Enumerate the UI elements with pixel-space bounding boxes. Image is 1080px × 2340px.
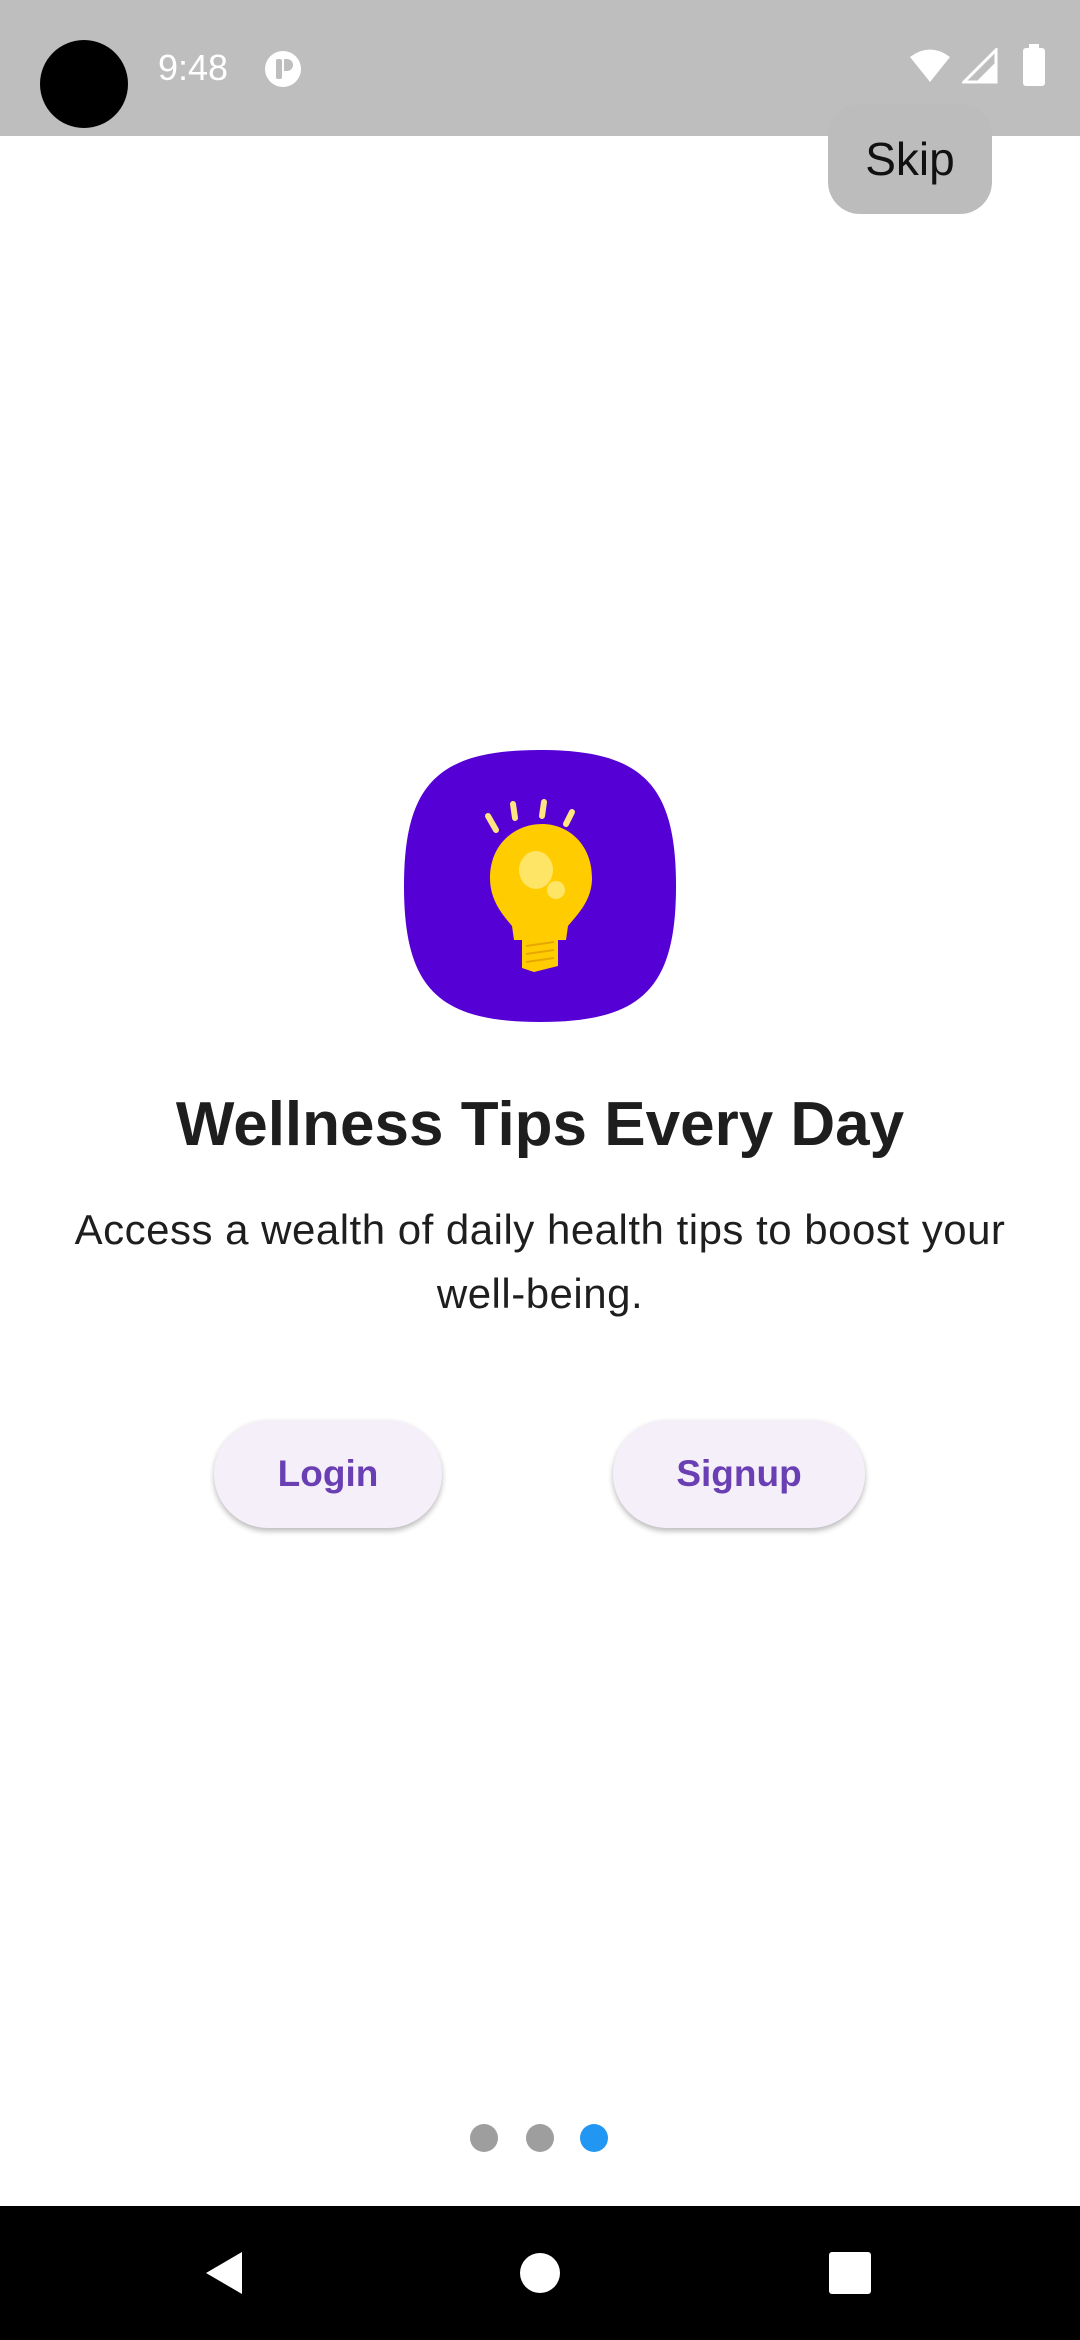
- lightbulb-icon: [402, 748, 678, 1024]
- skip-button[interactable]: Skip: [828, 104, 992, 214]
- page-dot-3[interactable]: [580, 2124, 608, 2152]
- home-icon[interactable]: [519, 2252, 561, 2299]
- page-title: Wellness Tips Every Day: [175, 1090, 905, 1159]
- page-indicator: [0, 2124, 1080, 2154]
- cellular-signal-icon: [960, 46, 998, 89]
- login-button[interactable]: Login: [214, 1420, 442, 1528]
- camera-cutout: [40, 40, 128, 128]
- wifi-icon: [908, 48, 952, 89]
- battery-icon: [1022, 44, 1046, 91]
- page-dot-1[interactable]: [470, 2124, 498, 2152]
- page-dot-2[interactable]: [526, 2124, 554, 2152]
- navigation-bar: [0, 2206, 1080, 2340]
- signup-button[interactable]: Signup: [613, 1420, 865, 1528]
- back-icon[interactable]: [202, 2250, 246, 2301]
- status-icons: [908, 44, 1058, 89]
- status-time: 9:48: [158, 47, 229, 88]
- notification-icon: [264, 50, 302, 88]
- recents-icon[interactable]: [829, 2252, 871, 2299]
- page-description: Access a wealth of daily health tips to …: [74, 1206, 1006, 1317]
